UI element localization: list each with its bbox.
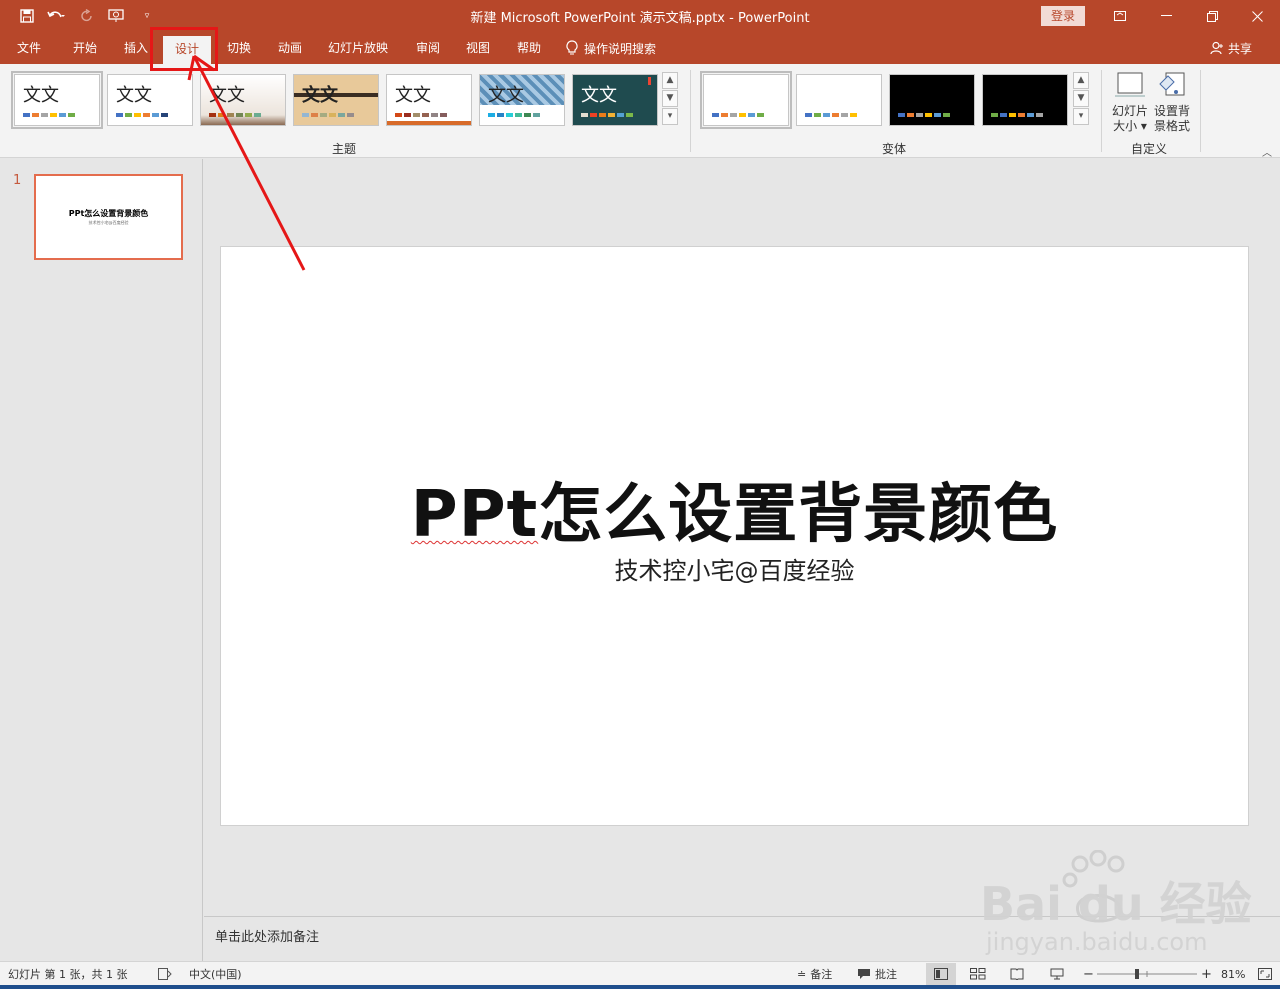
reading-view-icon[interactable]: [1010, 966, 1024, 982]
slide-title-text: 怎么设置背景颜色: [538, 478, 1059, 552]
scroll-down-icon[interactable]: ▼: [662, 90, 678, 107]
scroll-up-icon[interactable]: ▲: [1073, 72, 1089, 89]
design-ribbon: 文文 文文 文文 文文 文文 文文 文文 ▲ ▼ ▾ 主题 ▲ ▼ ▾ 变体 幻…: [0, 64, 1280, 159]
tab-animations[interactable]: 动画: [268, 32, 312, 64]
tab-home[interactable]: 开始: [63, 32, 107, 64]
scroll-up-icon[interactable]: ▲: [662, 72, 678, 89]
share-button[interactable]: 共享: [1210, 32, 1252, 64]
notes-toggle[interactable]: ≐ 备注: [797, 966, 832, 982]
slide[interactable]: PPt怎么设置背景颜色 技术控小宅@百度经验: [220, 246, 1249, 826]
theme-2[interactable]: 文文: [107, 74, 193, 126]
minimize-icon[interactable]: [1143, 0, 1189, 32]
tell-me-label: 操作说明搜索: [584, 41, 657, 56]
comment-icon: [858, 969, 870, 979]
variant-4[interactable]: [982, 74, 1068, 126]
watermark-url: jingyan.baidu.com: [986, 928, 1208, 956]
window-title: 新建 Microsoft PowerPoint 演示文稿.pptx - Powe…: [470, 11, 810, 26]
notes-placeholder: 单击此处添加备注: [215, 930, 320, 945]
fit-to-window-icon[interactable]: [1258, 966, 1272, 982]
person-icon: [1210, 41, 1223, 55]
customize-group-label: 自定义: [1131, 142, 1168, 156]
zoom-in-icon[interactable]: +: [1201, 966, 1212, 982]
gallery-more-icon[interactable]: ▾: [662, 108, 678, 125]
format-background-icon: [1159, 72, 1185, 96]
zoom-slider[interactable]: [1097, 966, 1197, 982]
variant-2[interactable]: [796, 74, 882, 126]
accessibility-icon[interactable]: [158, 966, 172, 982]
group-divider: [1101, 70, 1102, 152]
thumbnail-subtitle: 技术控小宅@百度经验: [88, 220, 129, 225]
themes-gallery-scroll[interactable]: ▲ ▼ ▾: [662, 72, 678, 125]
ribbon-display-options-icon[interactable]: [1097, 0, 1143, 32]
zoom-level[interactable]: 81%: [1221, 966, 1245, 982]
collapse-ribbon-icon[interactable]: ︿: [1262, 144, 1272, 159]
theme-office[interactable]: 文文: [11, 71, 103, 129]
restore-icon[interactable]: [1189, 0, 1235, 32]
scroll-down-icon[interactable]: ▼: [1073, 90, 1089, 107]
baidu-watermark: Bai du 经验 jingyan.baidu.com: [980, 850, 1270, 960]
language-indicator[interactable]: 中文(中国): [189, 966, 242, 982]
zoom-out-icon[interactable]: −: [1083, 966, 1094, 982]
login-button[interactable]: 登录: [1041, 6, 1085, 26]
highlight-box: [150, 27, 218, 71]
tab-file[interactable]: 文件: [8, 32, 50, 64]
group-divider: [1200, 70, 1201, 152]
thumbnail-title: PPt怎么设置背景颜色: [68, 209, 149, 218]
slide-thumbnail[interactable]: PPt怎么设置背景颜色 技术控小宅@百度经验: [34, 174, 183, 260]
slide-number: 1: [13, 173, 22, 188]
variant-1[interactable]: [700, 71, 792, 129]
theme-7[interactable]: 文文: [572, 74, 658, 126]
spellcheck-word: PPt: [410, 478, 539, 552]
variant-3[interactable]: [889, 74, 975, 126]
slide-title[interactable]: PPt怎么设置背景颜色: [221, 463, 1248, 555]
themes-group-label: 主题: [332, 142, 357, 156]
watermark-logo: Bai du 经验: [980, 877, 1252, 931]
comments-toggle[interactable]: 批注: [857, 966, 897, 982]
slide-size-button[interactable]: 幻灯片 大小 ▾: [1110, 70, 1150, 134]
normal-view-icon[interactable]: [926, 963, 956, 985]
tab-transitions[interactable]: 切换: [217, 32, 261, 64]
taskbar-strip: [0, 985, 1280, 989]
slideshow-view-icon[interactable]: [1050, 966, 1064, 982]
slide-sorter-icon[interactable]: [970, 966, 986, 982]
tab-help[interactable]: 帮助: [507, 32, 551, 64]
close-icon[interactable]: [1234, 0, 1280, 32]
theme-5[interactable]: 文文: [386, 74, 472, 126]
slide-size-icon: [1115, 72, 1145, 97]
slide-thumbnail-pane: 1 PPt怎么设置背景颜色 技术控小宅@百度经验: [0, 159, 203, 961]
tell-me-search[interactable]: 操作说明搜索: [566, 32, 656, 64]
theme-6[interactable]: 文文: [479, 74, 565, 126]
tab-slideshow[interactable]: 幻灯片放映: [322, 32, 394, 64]
lightbulb-icon: [566, 40, 578, 55]
variants-gallery-scroll[interactable]: ▲ ▼ ▾: [1073, 72, 1089, 125]
slide-subtitle[interactable]: 技术控小宅@百度经验: [221, 551, 1248, 586]
theme-4[interactable]: 文文: [293, 74, 379, 126]
gallery-more-icon[interactable]: ▾: [1073, 108, 1089, 125]
status-bar: 幻灯片 第 1 张，共 1 张 中文(中国) ≐ 备注 批注 − + 81%: [0, 961, 1280, 985]
variants-group-label: 变体: [882, 142, 907, 156]
notes-icon: ≐: [797, 967, 807, 981]
theme-3[interactable]: 文文: [200, 74, 286, 126]
share-label: 共享: [1228, 41, 1253, 56]
tab-view[interactable]: 视图: [456, 32, 500, 64]
format-background-button[interactable]: 设置背 景格式: [1152, 70, 1192, 134]
group-divider: [690, 70, 691, 152]
slide-counter: 幻灯片 第 1 张，共 1 张: [8, 968, 128, 981]
tab-review[interactable]: 审阅: [406, 32, 450, 64]
